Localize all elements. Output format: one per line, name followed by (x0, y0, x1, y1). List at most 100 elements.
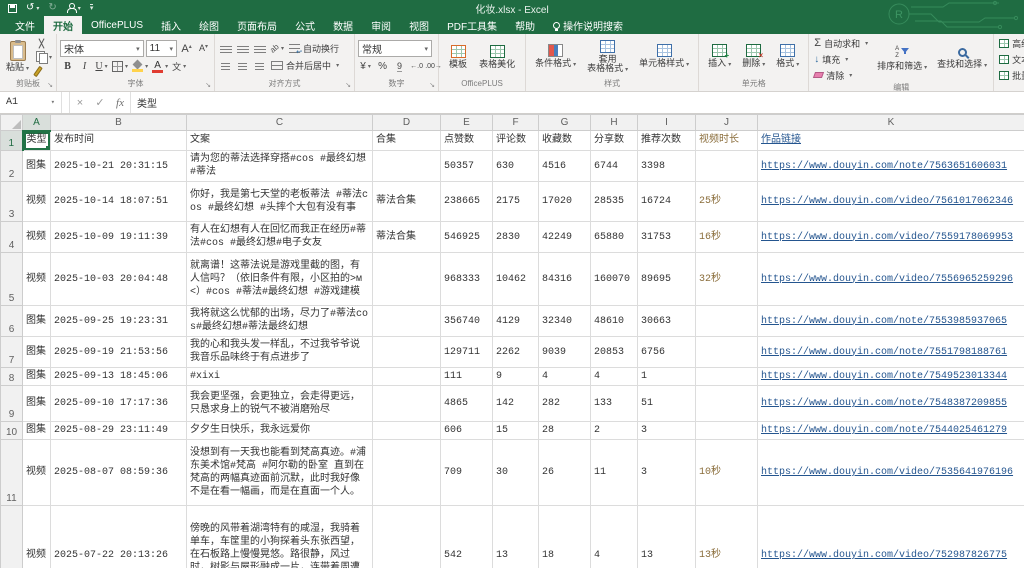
row-header-6[interactable]: 6 (1, 306, 23, 337)
cell-F12[interactable]: 13 (493, 506, 539, 569)
cell-K3[interactable]: https://www.douyin.com/video/75610170623… (758, 182, 1024, 222)
cell-B7[interactable]: 2025-09-19 21:53:56 (51, 337, 187, 368)
cell-F3[interactable]: 2175 (493, 182, 539, 222)
template-button[interactable]: 模板 (446, 44, 470, 70)
font-size-select[interactable]: 11 (146, 40, 177, 57)
cell-B5[interactable]: 2025-10-03 20:04:48 (51, 253, 187, 306)
percent-style-button[interactable] (375, 59, 390, 74)
column-header-H[interactable]: H (591, 115, 638, 131)
cell-G3[interactable]: 17020 (539, 182, 591, 222)
cell-G4[interactable]: 42249 (539, 222, 591, 253)
dialog-launcher-icon[interactable] (205, 82, 211, 89)
cell-F8[interactable]: 9 (493, 368, 539, 386)
cell-J8[interactable] (696, 368, 758, 386)
tab-insert[interactable]: 插入 (152, 16, 190, 34)
cut-button[interactable] (35, 37, 53, 49)
tab-draw[interactable]: 绘图 (190, 16, 228, 34)
decrease-font-size-button[interactable] (196, 41, 211, 56)
cell-J7[interactable] (696, 337, 758, 368)
cell-K4[interactable]: https://www.douyin.com/video/75591780699… (758, 222, 1024, 253)
tab-help[interactable]: 帮助 (506, 16, 544, 34)
cell-J6[interactable] (696, 306, 758, 337)
cancel-icon[interactable]: × (70, 92, 90, 113)
cell-F7[interactable]: 2262 (493, 337, 539, 368)
row-header-11[interactable]: 11 (1, 440, 23, 506)
tab-data[interactable]: 数据 (324, 16, 362, 34)
batch-delete-button[interactable]: 批量删除 (997, 68, 1024, 82)
cell-H10[interactable]: 2 (591, 422, 638, 440)
align-left-button[interactable] (218, 58, 233, 73)
cell-E2[interactable]: 50357 (441, 151, 493, 182)
cell-E6[interactable]: 356740 (441, 306, 493, 337)
cell-F2[interactable]: 630 (493, 151, 539, 182)
align-center-button[interactable] (235, 58, 250, 73)
tab-formulas[interactable]: 公式 (286, 16, 324, 34)
cell-F11[interactable]: 30 (493, 440, 539, 506)
enter-icon[interactable]: ✓ (90, 92, 110, 113)
cell-E5[interactable]: 968333 (441, 253, 493, 306)
find-select-button[interactable]: 查找和选择 (934, 46, 990, 72)
cell-H7[interactable]: 20853 (591, 337, 638, 368)
cell-E10[interactable]: 606 (441, 422, 493, 440)
phonetic-guide-button[interactable] (171, 59, 187, 74)
cell-A4[interactable]: 视频 (23, 222, 51, 253)
sort-filter-button[interactable]: 排序和筛选 (874, 45, 930, 74)
insert-cells-button[interactable]: + 插入 (705, 43, 734, 71)
save-button[interactable] (8, 2, 17, 14)
cell-E9[interactable]: 4865 (441, 386, 493, 422)
column-header-E[interactable]: E (441, 115, 493, 131)
cell-K2[interactable]: https://www.douyin.com/note/756365160603… (758, 151, 1024, 182)
cell-I5[interactable]: 89695 (638, 253, 696, 306)
conditional-formatting-button[interactable]: 条件格式 (532, 43, 579, 71)
cell-J11[interactable]: 10秒 (696, 440, 758, 506)
cell-K7[interactable]: https://www.douyin.com/note/755179818876… (758, 337, 1024, 368)
tab-home[interactable]: 开始 (44, 16, 82, 34)
dialog-launcher-icon[interactable] (47, 82, 53, 89)
cell-J9[interactable] (696, 386, 758, 422)
column-header-D[interactable]: D (373, 115, 441, 131)
row-header-12[interactable]: 12 (1, 506, 23, 569)
wrap-text-button[interactable]: 自动换行 (287, 42, 341, 56)
cell-E3[interactable]: 238665 (441, 182, 493, 222)
cell-B10[interactable]: 2025-08-29 23:11:49 (51, 422, 187, 440)
cell-I8[interactable]: 1 (638, 368, 696, 386)
cell-D7[interactable] (373, 337, 441, 368)
cell-H2[interactable]: 6744 (591, 151, 638, 182)
cell-G5[interactable]: 84316 (539, 253, 591, 306)
cell-K6[interactable]: https://www.douyin.com/note/755398593706… (758, 306, 1024, 337)
cell-I7[interactable]: 6756 (638, 337, 696, 368)
cell-I9[interactable]: 51 (638, 386, 696, 422)
dialog-launcher-icon[interactable] (345, 82, 351, 89)
cell-H5[interactable]: 160070 (591, 253, 638, 306)
cell-D1[interactable]: 合集 (373, 131, 441, 151)
cell-E4[interactable]: 546925 (441, 222, 493, 253)
cell-A11[interactable]: 视频 (23, 440, 51, 506)
cell-A8[interactable]: 图集 (23, 368, 51, 386)
borders-button[interactable] (111, 59, 129, 74)
increase-decimal-button[interactable] (409, 59, 424, 74)
cell-D10[interactable] (373, 422, 441, 440)
cell-F1[interactable]: 评论数 (493, 131, 539, 151)
font-name-select[interactable]: 宋体 (60, 40, 144, 57)
cell-C8[interactable]: #xixi (187, 368, 373, 386)
bold-button[interactable] (60, 59, 75, 74)
cell-A5[interactable]: 视频 (23, 253, 51, 306)
cell-E7[interactable]: 129711 (441, 337, 493, 368)
cell-H6[interactable]: 48610 (591, 306, 638, 337)
cell-A1[interactable]: 类型 (23, 131, 51, 151)
column-header-B[interactable]: B (51, 115, 187, 131)
cell-J2[interactable] (696, 151, 758, 182)
insert-function-icon[interactable]: fx (110, 92, 130, 113)
cell-G12[interactable]: 18 (539, 506, 591, 569)
cell-J10[interactable] (696, 422, 758, 440)
cell-D8[interactable] (373, 368, 441, 386)
cell-D3[interactable]: 蒂法合集 (373, 182, 441, 222)
cell-H12[interactable]: 4 (591, 506, 638, 569)
cell-K9[interactable]: https://www.douyin.com/note/754838720985… (758, 386, 1024, 422)
align-bottom-button[interactable] (252, 41, 267, 56)
merge-center-button[interactable]: 合并后居中 (269, 59, 341, 73)
cell-J5[interactable]: 32秒 (696, 253, 758, 306)
autosum-button[interactable]: 自动求和 (812, 36, 870, 50)
cell-H9[interactable]: 133 (591, 386, 638, 422)
cell-A9[interactable]: 图集 (23, 386, 51, 422)
